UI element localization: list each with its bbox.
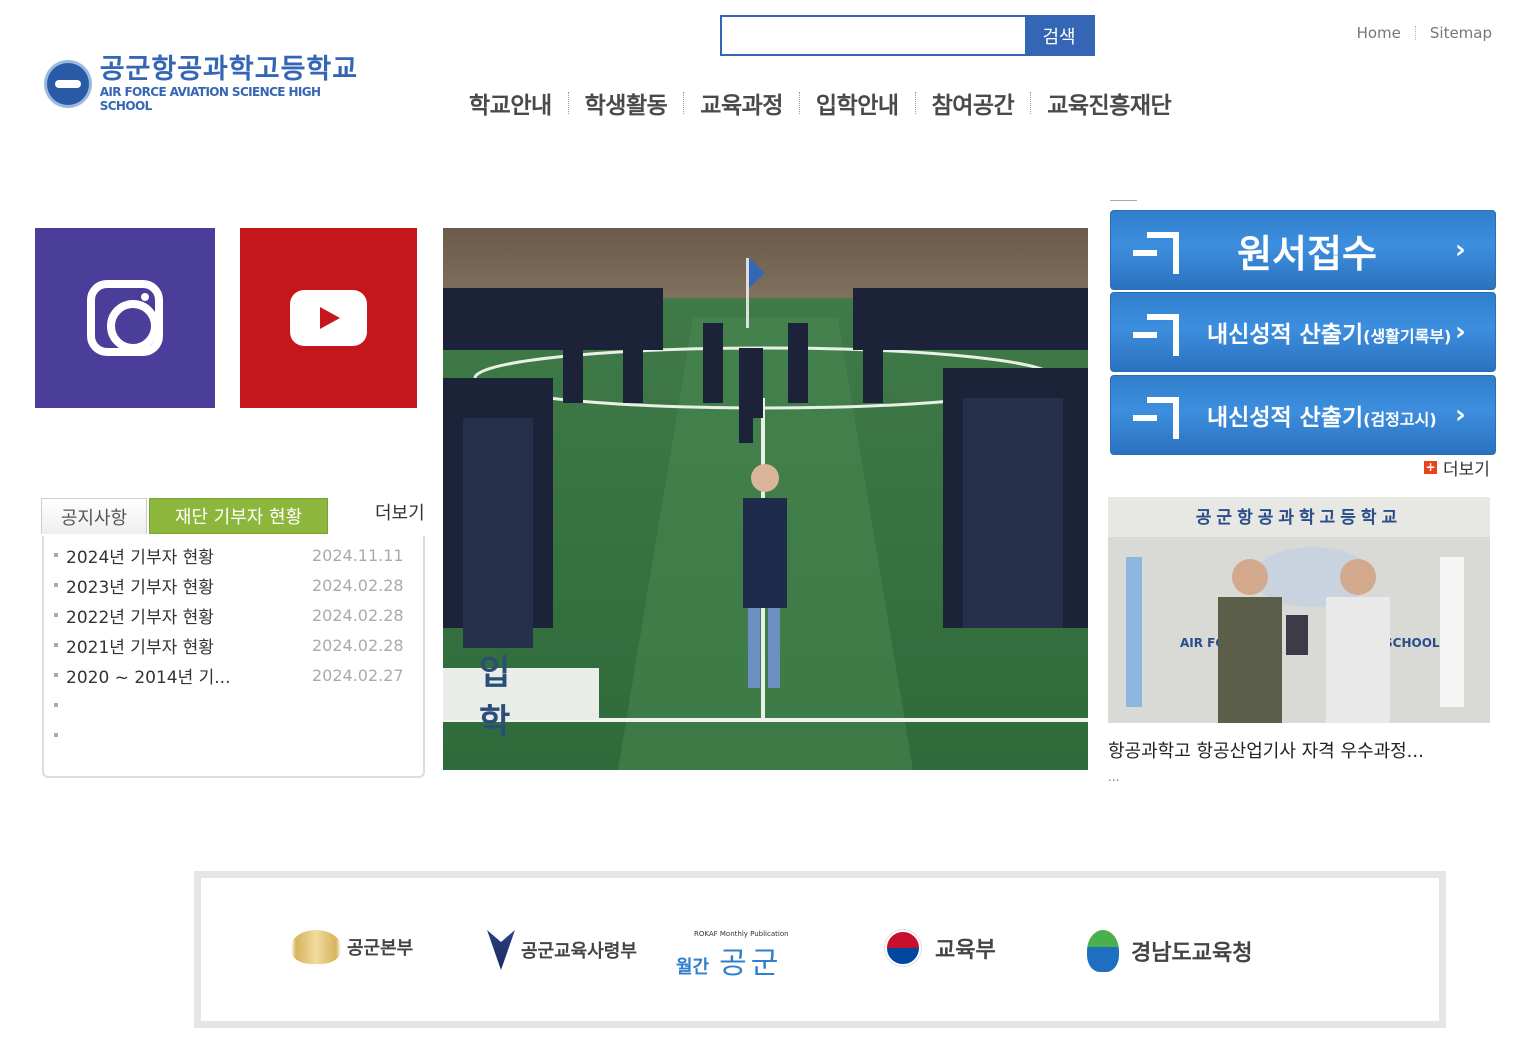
utility-links: Home Sitemap: [1357, 24, 1492, 42]
bullet-icon: [54, 673, 58, 677]
bullet-icon: [54, 733, 58, 737]
grade-calc-label: 내신성적 산출기: [1207, 405, 1364, 431]
list-item[interactable]: 2023년 기부자 현황 2024.02.28: [44, 570, 423, 600]
bullet-icon: [54, 613, 58, 617]
main-navigation: 학교안내 학생활동 교육과정 입학안내 참여공간 교육진흥재단: [453, 86, 1187, 120]
news-title-link[interactable]: 항공과학고 항공산업기사 자격 우수과정...: [1108, 737, 1488, 763]
apply-label: 원서접수: [1237, 231, 1377, 276]
list-item-date: 2024.02.28: [312, 635, 404, 655]
list-item-date: 2024.02.28: [312, 605, 404, 625]
list-item-title: 2021년 기부자 현황: [66, 637, 214, 658]
bullet-icon: [54, 703, 58, 707]
air-force-emblem-icon: [44, 60, 92, 108]
banner-ministry-of-education[interactable]: 교육부: [885, 930, 996, 966]
award-ceremony-image: 공군항공과학고등학교 AIR FOR SCHOOL: [1108, 497, 1490, 723]
monthly-label-a: 월간: [676, 957, 710, 978]
youtube-icon: [290, 290, 367, 346]
nav-student-activities[interactable]: 학생활동: [569, 86, 684, 120]
list-item-title: 2022년 기부자 현황: [66, 607, 214, 628]
board-list: 2024년 기부자 현황 2024.11.11 2023년 기부자 현황 2024.0…: [42, 536, 425, 778]
board-tabs: 공지사항 재단 기부자 현황: [41, 498, 328, 534]
logo-title-en: AIR FORCE AVIATION SCIENCE HIGH SCHOOL: [99, 85, 321, 113]
list-item[interactable]: 2022년 기부자 현황 2024.02.28: [44, 600, 423, 630]
monthly-logo: ROKAF Monthly Publication 월간 공군: [676, 930, 789, 982]
enter-icon: [1133, 312, 1179, 356]
divider: [1110, 200, 1137, 201]
logo-title-ko: 공군항공과학고등학교: [99, 54, 359, 85]
gyeongnam-edu-icon: [1087, 930, 1119, 972]
instagram-link[interactable]: [35, 228, 215, 408]
nav-participation[interactable]: 참여공간: [916, 86, 1031, 120]
news-photo[interactable]: 공군항공과학고등학교 AIR FOR SCHOOL: [1108, 497, 1490, 723]
list-item-title: 2024년 기부자 현황: [66, 547, 214, 568]
grade-calc-sub-label: (검정고시): [1363, 410, 1437, 429]
divider: [1414, 26, 1416, 40]
banner-label: 경남도교육청: [1131, 941, 1253, 966]
enter-icon: [1133, 230, 1179, 274]
grade-calc-label: 내신성적 산출기: [1207, 322, 1364, 348]
list-item-date: 2024.02.28: [312, 575, 404, 595]
list-item[interactable]: 2024년 기부자 현황 2024.11.11: [44, 540, 423, 570]
instagram-icon: [87, 280, 163, 356]
tab-notice[interactable]: 공지사항: [41, 498, 147, 534]
nav-admission[interactable]: 입학안내: [800, 86, 915, 120]
school-logo[interactable]: 공군항공과학고등학교 AIR FORCE AVIATION SCIENCE HI…: [44, 54, 374, 113]
banner-label: 공군본부: [347, 938, 414, 959]
related-site-banners: 공군본부 공군교육사령부 ROKAF Monthly Publication 월…: [194, 871, 1446, 1028]
list-item: [44, 690, 423, 720]
list-item[interactable]: 2020 ~ 2014년 기... 2024.02.27: [44, 660, 423, 690]
tab-donors[interactable]: 재단 기부자 현황: [149, 498, 328, 534]
search-bar: 검색: [720, 15, 1095, 56]
chevron-right-icon: ›: [1455, 317, 1466, 347]
nav-curriculum[interactable]: 교육과정: [684, 86, 799, 120]
visual-caption: 입 학: [443, 653, 599, 742]
banner-air-force-hq[interactable]: 공군본부: [291, 930, 413, 964]
chevron-right-icon: ›: [1455, 400, 1466, 430]
monthly-label-b: 공군: [719, 946, 783, 981]
quick-more-link[interactable]: + 더보기: [1424, 455, 1490, 480]
enter-icon: [1133, 395, 1179, 439]
list-item-title: 2023년 기부자 현황: [66, 577, 214, 598]
bullet-icon: [54, 553, 58, 557]
main-visual-photo: 입 학: [443, 228, 1088, 770]
eagle-emblem-icon: [487, 930, 515, 970]
banner-education-command[interactable]: 공군교육사령부: [487, 930, 637, 970]
search-button[interactable]: 검색: [1025, 17, 1093, 54]
youtube-link[interactable]: [240, 228, 417, 408]
bullet-icon: [54, 583, 58, 587]
list-item-date: 2024.11.11: [312, 545, 404, 565]
chevron-right-icon: ›: [1455, 235, 1466, 265]
grade-calculator-record-button[interactable]: 내신성적 산출기(생활기록부) ›: [1110, 292, 1496, 372]
grade-calc-sub-label: (생활기록부): [1363, 327, 1452, 346]
list-item-date: 2024.02.27: [312, 665, 404, 685]
grade-calculator-ged-button[interactable]: 내신성적 산출기(검정고시) ›: [1110, 375, 1496, 455]
list-item-title: 2020 ~ 2014년 기...: [66, 667, 231, 688]
taegeuk-icon: [885, 930, 921, 966]
nav-foundation[interactable]: 교육진흥재단: [1031, 86, 1187, 120]
sitemap-link[interactable]: Sitemap: [1430, 24, 1492, 42]
banner-gyeongnam-education[interactable]: 경남도교육청: [1087, 930, 1252, 972]
home-link[interactable]: Home: [1357, 24, 1401, 42]
apply-button[interactable]: 원서접수 ›: [1110, 210, 1496, 290]
news-summary: ...: [1108, 770, 1120, 784]
list-item: [44, 720, 423, 750]
quick-more-label: 더보기: [1443, 460, 1490, 480]
monthly-subtitle: ROKAF Monthly Publication: [694, 930, 789, 938]
nav-school-info[interactable]: 학교안내: [453, 86, 568, 120]
plus-icon: +: [1424, 460, 1437, 474]
banner-label: 공군교육사령부: [521, 941, 637, 962]
photo-banner-text: 공군항공과학고등학교: [1196, 507, 1402, 528]
wing-emblem-icon: [291, 930, 341, 964]
board-more-link[interactable]: 더보기: [375, 499, 425, 525]
photo-wall-text-2: SCHOOL: [1384, 636, 1440, 650]
banner-monthly-air-force[interactable]: ROKAF Monthly Publication 월간 공군: [676, 930, 789, 982]
banner-label: 교육부: [935, 938, 996, 963]
list-item[interactable]: 2021년 기부자 현황 2024.02.28: [44, 630, 423, 660]
bullet-icon: [54, 643, 58, 647]
search-input[interactable]: [722, 17, 1025, 54]
